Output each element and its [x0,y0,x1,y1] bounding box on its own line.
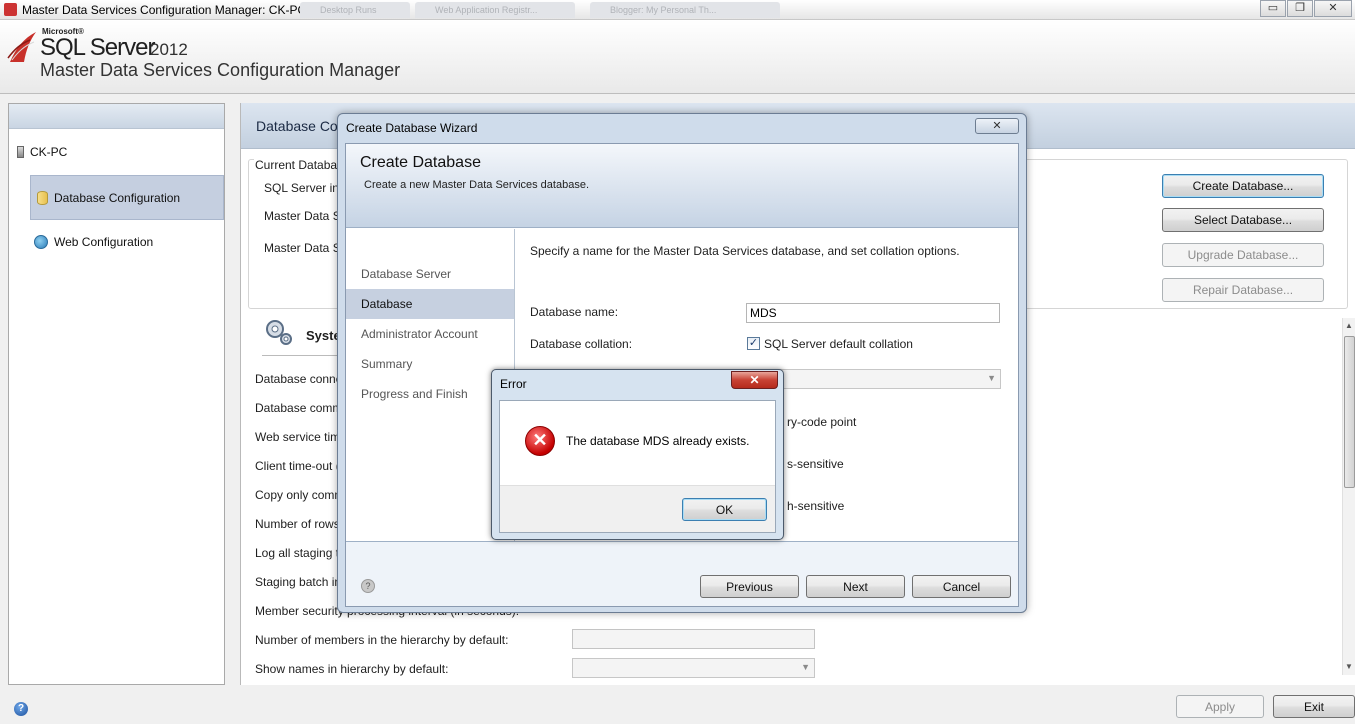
window-title: Master Data Services Configuration Manag… [22,3,307,17]
minimize-button[interactable]: ▭ [1260,0,1286,17]
create-database-button[interactable]: Create Database... [1162,174,1324,198]
sidebar-item-label: Database Configuration [54,190,181,205]
chevron-down-icon: ▼ [987,373,996,383]
scroll-up-icon[interactable]: ▲ [1345,321,1353,330]
chevron-down-icon: ▼ [801,662,810,672]
step-progress-and-finish[interactable]: Progress and Finish [346,379,514,409]
binary-code-point-option[interactable]: ry-code point [787,415,856,429]
background-tab[interactable]: Blogger: My Personal Th... [590,2,780,18]
help-icon[interactable]: ? [14,702,28,716]
sql-version-year: 2012 [150,40,188,59]
scrollbar-thumb[interactable] [1344,336,1355,488]
error-dialog-footer: OK [500,485,775,532]
globe-icon [34,235,48,249]
step-summary[interactable]: Summary [346,349,514,379]
wizard-steps: Database Server Database Administrator A… [346,229,515,541]
product-title: Master Data Services Configuration Manag… [40,60,401,80]
sidebar-item-database-configuration[interactable]: Database Configuration [30,175,224,220]
sql-server-label: SQL Server [40,34,155,61]
section-divider [262,355,342,356]
upgrade-database-button[interactable]: Upgrade Database... [1162,243,1324,267]
gears-icon [266,320,292,345]
wizard-subheading: Create a new Master Data Services databa… [364,179,590,191]
repair-database-button[interactable]: Repair Database... [1162,278,1324,302]
nav-header [9,104,224,129]
members-in-hierarchy-field[interactable] [572,629,815,649]
default-collation-label: SQL Server default collation [764,337,913,351]
database-name-label: Database name: [530,305,619,319]
step-database[interactable]: Database [346,289,514,319]
step-administrator-account[interactable]: Administrator Account [346,319,514,349]
error-dialog-body: ✕ The database MDS already exists. OK [499,400,776,533]
wizard-heading: Create Database [360,154,481,171]
exit-button[interactable]: Exit [1273,695,1355,718]
sidebar-item-web-configuration[interactable]: Web Configuration [34,235,153,249]
width-sensitive-option[interactable]: h-sensitive [787,499,844,513]
background-tab[interactable]: Desktop Runs [300,2,410,18]
background-tab[interactable]: Web Application Registr... [415,2,575,18]
select-database-button[interactable]: Select Database... [1162,208,1324,232]
case-sensitive-option[interactable]: s-sensitive [787,457,844,471]
error-message: The database MDS already exists. [566,434,750,448]
sidebar-item-label: Web Configuration [54,235,154,249]
cancel-button[interactable]: Cancel [912,575,1011,598]
server-name: CK-PC [30,145,68,159]
database-icon [37,190,48,205]
wizard-intro: Specify a name for the Master Data Servi… [530,244,960,258]
error-close-button[interactable]: ✕ [731,371,778,389]
wizard-title: Create Database Wizard [346,121,478,135]
restore-button[interactable]: ❐ [1287,0,1313,17]
ok-button[interactable]: OK [682,498,767,521]
close-window-button[interactable]: ✕ [1314,0,1352,17]
default-collation-checkbox[interactable]: ✓ [747,337,760,350]
product-banner: Microsoft® SQL Server 2012 Master Data S… [0,20,1355,94]
show-names-dropdown[interactable]: ▼ [572,658,815,678]
nav-server-node[interactable]: CK-PC [17,145,67,159]
wizard-close-button[interactable]: ✕ [975,118,1019,134]
help-icon[interactable]: ? [361,579,375,593]
step-database-server[interactable]: Database Server [346,259,514,289]
next-button[interactable]: Next [806,575,905,598]
database-name-input[interactable] [746,303,1000,323]
server-icon [17,146,24,158]
error-icon: ✕ [525,426,555,456]
apply-button[interactable]: Apply [1176,695,1264,718]
error-dialog: Error ✕ ✕ The database MDS already exist… [491,369,784,540]
previous-button[interactable]: Previous [700,575,799,598]
wizard-header: Create Database Create a new Master Data… [346,144,1018,228]
app-icon [4,3,17,16]
main-scrollbar[interactable]: ▲ ▼ [1342,318,1355,675]
sql-server-logo-icon [7,32,36,62]
window-titlebar: Master Data Services Configuration Manag… [0,0,1355,20]
database-collation-label: Database collation: [530,337,633,351]
setting-label: Number of members in the hierarchy by de… [255,633,509,647]
wizard-footer: ? Previous Next Cancel [346,541,1018,606]
scroll-down-icon[interactable]: ▼ [1345,662,1353,671]
error-dialog-title: Error [500,377,527,391]
setting-label: Show names in hierarchy by default: [255,662,449,676]
